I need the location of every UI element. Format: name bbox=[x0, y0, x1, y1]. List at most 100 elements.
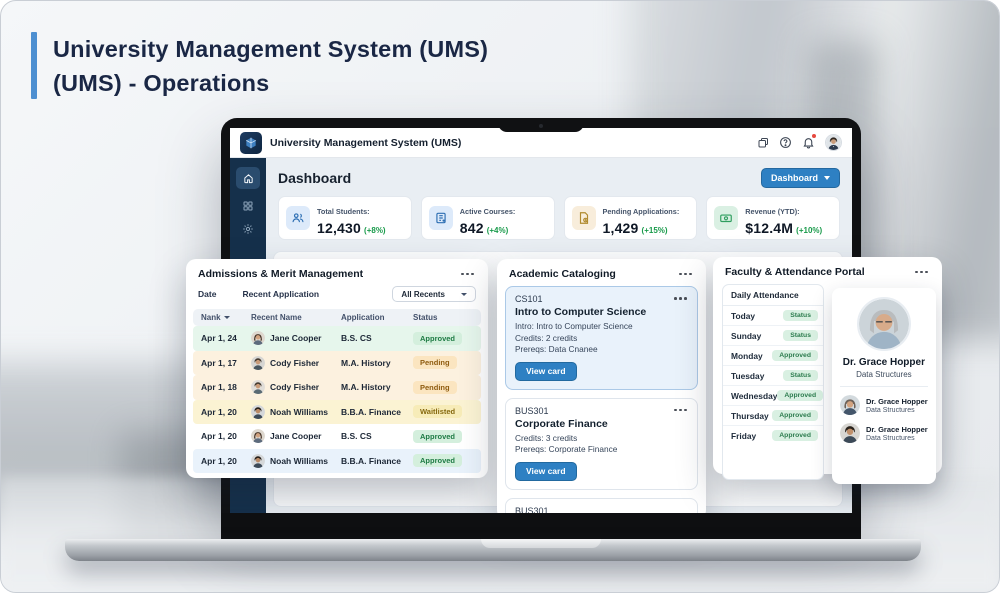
attendance-row[interactable]: Sunday Status bbox=[723, 326, 823, 346]
more-options-button[interactable] bbox=[672, 295, 689, 302]
catalog-panel: Academic Cataloging CS101 Intro to Compu… bbox=[497, 259, 706, 528]
faculty-body: Daily Attendance Today Status Sunday Sta… bbox=[713, 284, 942, 489]
status-badge: Approved bbox=[413, 331, 463, 345]
page-title-line1: University Management System (UMS) bbox=[53, 36, 489, 62]
logo-cube-icon bbox=[246, 137, 256, 148]
app-logo[interactable] bbox=[240, 131, 262, 154]
column-header-status: Status bbox=[413, 313, 438, 322]
more-options-button[interactable] bbox=[677, 271, 694, 278]
status-badge: Approved bbox=[772, 410, 818, 421]
sidebar-item-apps[interactable] bbox=[242, 200, 254, 212]
stat-card-pending-applications[interactable]: Pending Applications: 1,429 (+15%) bbox=[563, 196, 698, 240]
table-row[interactable]: Apr 1, 20 Noah Williams B.B.A. Finance W… bbox=[193, 399, 481, 424]
window-icon[interactable] bbox=[756, 136, 769, 149]
avatar bbox=[251, 380, 265, 395]
stat-card-active-courses[interactable]: Active Courses: 842 (+4%) bbox=[420, 196, 555, 240]
course-detail: Prereqs: Corporate Finance bbox=[515, 444, 618, 454]
app-topbar: University Management System (UMS) bbox=[230, 128, 852, 158]
help-icon[interactable] bbox=[779, 136, 792, 149]
dashboard-dropdown-button[interactable]: Dashboard bbox=[760, 168, 840, 188]
more-options-button[interactable] bbox=[913, 269, 930, 276]
course-card[interactable]: CS101 Intro to Computer Science Intro: I… bbox=[505, 286, 698, 390]
stat-label: Pending Applications: bbox=[602, 206, 680, 216]
stat-card-total-students[interactable]: Total Students: 12,430 (+8%) bbox=[278, 196, 412, 240]
stat-delta: (+10%) bbox=[796, 225, 823, 235]
cash-icon bbox=[714, 206, 739, 230]
table-row[interactable]: Apr 1, 24 Jane Cooper B.S. CS Approved bbox=[193, 326, 481, 351]
laptop-bottom-bezel bbox=[221, 513, 861, 539]
course-detail: Credits: 2 credits bbox=[515, 332, 578, 343]
app-title: University Management System (UMS) bbox=[270, 136, 462, 149]
attendance-row[interactable]: Tuesday Status bbox=[723, 366, 823, 386]
chevron-down-icon bbox=[824, 176, 830, 180]
faculty-subject: Data Structures bbox=[866, 434, 915, 442]
stat-label: Total Students: bbox=[317, 206, 370, 216]
more-options-button[interactable] bbox=[672, 407, 689, 414]
user-avatar[interactable] bbox=[825, 134, 842, 151]
admissions-panel: Admissions & Merit Management Date Recen… bbox=[186, 259, 488, 478]
attendance-row[interactable]: Wednesday Approved bbox=[723, 386, 823, 406]
camera-notch bbox=[498, 118, 584, 132]
day-label: Sunday bbox=[731, 330, 762, 341]
sidebar-item-home[interactable] bbox=[236, 167, 260, 189]
column-header-rank[interactable]: Nank bbox=[201, 313, 251, 322]
status-badge: Status bbox=[783, 370, 818, 381]
status-badge: Approved bbox=[413, 454, 463, 468]
stat-delta: (+8%) bbox=[364, 225, 386, 235]
recents-dropdown-value: All Recents bbox=[401, 289, 445, 299]
column-header-name: Recent Name bbox=[251, 313, 302, 322]
view-card-button[interactable]: View card bbox=[515, 361, 577, 381]
cell-application: B.S. CS bbox=[341, 431, 372, 442]
filter-label-recent-application: Recent Application bbox=[242, 289, 320, 299]
chevron-down-icon bbox=[461, 292, 467, 296]
dashboard-title: Dashboard bbox=[278, 170, 352, 186]
users-icon bbox=[286, 206, 310, 230]
attendance-row[interactable]: Friday Approved bbox=[723, 426, 823, 445]
stats-row: Total Students: 12,430 (+8%) Active Cour… bbox=[266, 196, 852, 240]
table-row[interactable]: Apr 1, 20 Noah Williams B.B.A. Finance A… bbox=[193, 448, 481, 473]
cell-date: Apr 1, 24 bbox=[201, 333, 237, 344]
faculty-panel: Faculty & Attendance Portal Daily Attend… bbox=[713, 257, 942, 484]
day-label: Wednesday bbox=[731, 390, 778, 401]
avatar bbox=[251, 355, 265, 370]
status-badge: Status bbox=[783, 330, 818, 341]
status-badge: Pending bbox=[413, 356, 457, 370]
stat-card-revenue[interactable]: Revenue (YTD): $12.4M (+10%) bbox=[706, 196, 840, 240]
faculty-title: Faculty & Attendance Portal bbox=[725, 266, 865, 278]
status-badge: Approved bbox=[777, 390, 823, 401]
list-item[interactable]: Dr. Grace Hopper Data Structures bbox=[837, 391, 931, 419]
grid-icon bbox=[243, 201, 253, 211]
attendance-row[interactable]: Thursday Approved bbox=[723, 406, 823, 426]
marketing-screenshot: University Management System (UMS) (UMS)… bbox=[0, 0, 1000, 593]
more-options-button[interactable] bbox=[459, 271, 476, 278]
faculty-name: Dr. Grace Hopper bbox=[866, 396, 928, 406]
home-icon bbox=[243, 173, 253, 183]
attendance-row[interactable]: Today Status bbox=[723, 306, 823, 326]
table-row[interactable]: Apr 1, 20 Jane Cooper B.S. CS Approved bbox=[193, 424, 481, 449]
document-clock-icon bbox=[571, 206, 596, 230]
filter-label-date: Date bbox=[198, 289, 217, 299]
list-item[interactable]: Dr. Grace Hopper Data Structures bbox=[837, 419, 931, 447]
avatar bbox=[251, 331, 265, 346]
cell-application: B.B.A. Finance bbox=[341, 455, 401, 466]
course-card[interactable]: BUS301 Corporate Finance Credits: 3 cred… bbox=[505, 397, 698, 490]
sidebar-item-settings[interactable] bbox=[242, 223, 254, 235]
cell-application: B.B.A. Finance bbox=[341, 406, 401, 417]
stat-value: $12.4M bbox=[745, 219, 794, 236]
status-badge: Approved bbox=[772, 430, 818, 441]
faculty-profile-card[interactable]: Dr. Grace Hopper Data Structures Dr. Gra… bbox=[832, 288, 936, 484]
cell-application: M.A. History bbox=[341, 357, 391, 368]
day-label: Monday bbox=[731, 350, 763, 361]
page-title-line2: (UMS) - Operations bbox=[53, 70, 270, 96]
notifications-bell-icon[interactable] bbox=[802, 133, 817, 149]
course-code: CS101 bbox=[515, 294, 543, 304]
table-row[interactable]: Apr 1, 18 Cody Fisher M.A. History Pendi… bbox=[193, 375, 481, 400]
view-card-button[interactable]: View card bbox=[515, 461, 577, 481]
table-row[interactable]: Apr 1, 17 Cody Fisher M.A. History Pendi… bbox=[193, 350, 481, 375]
attendance-row[interactable]: Monday Approved bbox=[723, 346, 823, 366]
cell-date: Apr 1, 17 bbox=[201, 357, 237, 368]
stat-delta: (+4%) bbox=[486, 225, 509, 235]
camera-dot bbox=[539, 124, 543, 128]
cell-application: M.A. History bbox=[341, 382, 391, 393]
recents-dropdown[interactable]: All Recents bbox=[392, 286, 476, 302]
